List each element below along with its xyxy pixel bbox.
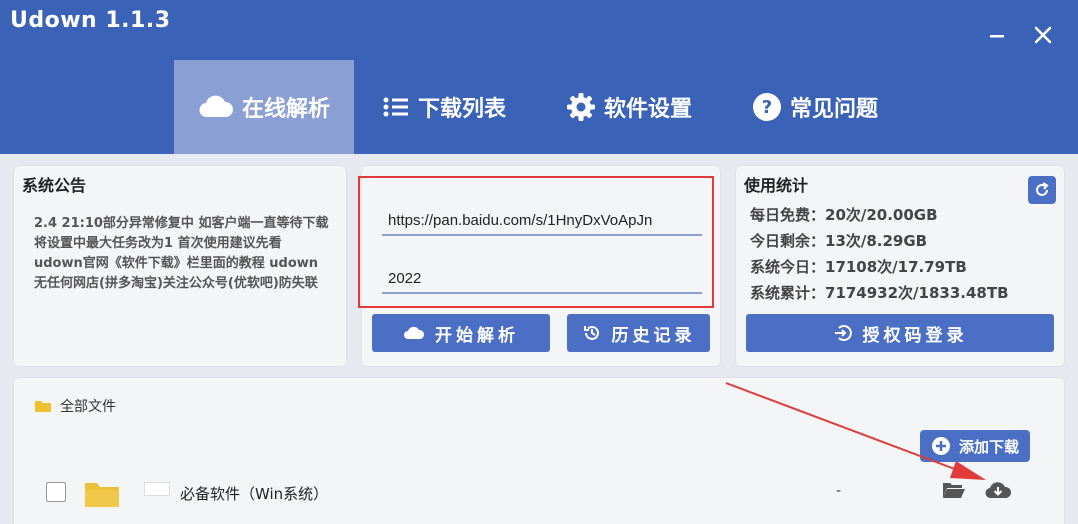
stats-title: 使用统计 [744,176,809,195]
redacted-mask [144,482,170,496]
tab-online-parse[interactable]: 在线解析 [174,60,354,154]
extract-code-input[interactable]: 2022 [382,250,702,294]
stat-system-total: 系统累计：7174932次/1833.48TB [750,284,1009,302]
main-content: 系统公告 2.4 21:10部分异常修复中 如客户端一直等待下载 将设置中最大任… [0,154,1078,524]
tab-label: 软件设置 [604,97,693,122]
notice-card: 系统公告 2.4 21:10部分异常修复中 如客户端一直等待下载 将设置中最大任… [14,166,346,366]
file-name[interactable]: 必备软件（Win系统） [180,483,328,504]
refresh-button[interactable] [1028,176,1056,204]
stat-system-today: 系统今日：17108次/17.79TB [750,258,967,276]
auth-code-login-label: 授权码登录 [862,325,968,346]
svg-text:?: ? [762,97,772,118]
app-title: Udown 1.1.3 [10,8,171,33]
list-icon [382,95,410,119]
folder-icon [34,399,52,413]
minimize-icon [990,35,1004,38]
stat-daily-free: 每日免费：20次/20.00GB [750,206,938,224]
start-parse-button[interactable]: 开始解析 [372,314,550,352]
folder-icon [84,480,120,512]
cloud-icon [198,95,234,119]
row-checkbox[interactable] [46,482,66,502]
question-icon: ? [752,92,782,122]
notice-title: 系统公告 [22,176,87,195]
file-size: - [836,483,842,499]
file-list-card: 全部文件 添加下载 必备软件（Win系统） - [14,378,1064,524]
tab-faq[interactable]: ? 常见问题 [752,60,912,154]
history-button[interactable]: 历史记录 [567,314,710,352]
open-folder-icon[interactable] [942,480,966,504]
tab-label: 在线解析 [241,97,330,122]
stats-list: 每日免费：20次/20.00GB 今日剩余：13次/8.29GB 系统今日：17… [750,202,1009,306]
start-parse-label: 开始解析 [435,325,519,346]
login-icon [833,323,853,343]
tab-settings[interactable]: 软件设置 [566,60,716,154]
breadcrumb-label: 全部文件 [60,399,116,415]
app-header: Udown 1.1.3 在线解析 下载列表 软件设置 ? 常见问题 [0,0,1078,154]
history-icon [582,323,602,343]
history-label: 历史记录 [611,325,696,346]
tab-label: 常见问题 [790,97,879,122]
close-icon [1034,26,1052,44]
tab-download-list[interactable]: 下载列表 [382,60,532,154]
add-download-button[interactable]: 添加下载 [920,430,1030,462]
link-input-card: https://pan.baidu.com/s/1HnyDxVoApJn 202… [358,166,720,366]
cloud-icon [403,326,425,340]
minimize-button[interactable] [982,20,1012,50]
close-button[interactable] [1028,20,1058,50]
cloud-download-icon[interactable] [984,480,1012,504]
breadcrumb[interactable]: 全部文件 [34,396,116,416]
notice-text: 2.4 21:10部分异常修复中 如客户端一直等待下载 将设置中最大任务改为1 … [34,216,329,291]
auth-code-login-button[interactable]: 授权码登录 [746,314,1054,352]
tab-label: 下载列表 [418,97,507,122]
stat-today-remaining: 今日剩余：13次/8.29GB [750,232,928,250]
share-url-input[interactable]: https://pan.baidu.com/s/1HnyDxVoApJn [382,192,702,236]
plus-circle-icon [931,436,951,456]
table-row[interactable]: 必备软件（Win系统） - [14,472,1064,512]
refresh-icon [1036,182,1049,196]
add-download-label: 添加下载 [958,437,1019,456]
gear-icon [566,92,596,122]
stats-card: 使用统计 每日免费：20次/20.00GB 今日剩余：13次/8.29GB 系统… [736,166,1064,366]
